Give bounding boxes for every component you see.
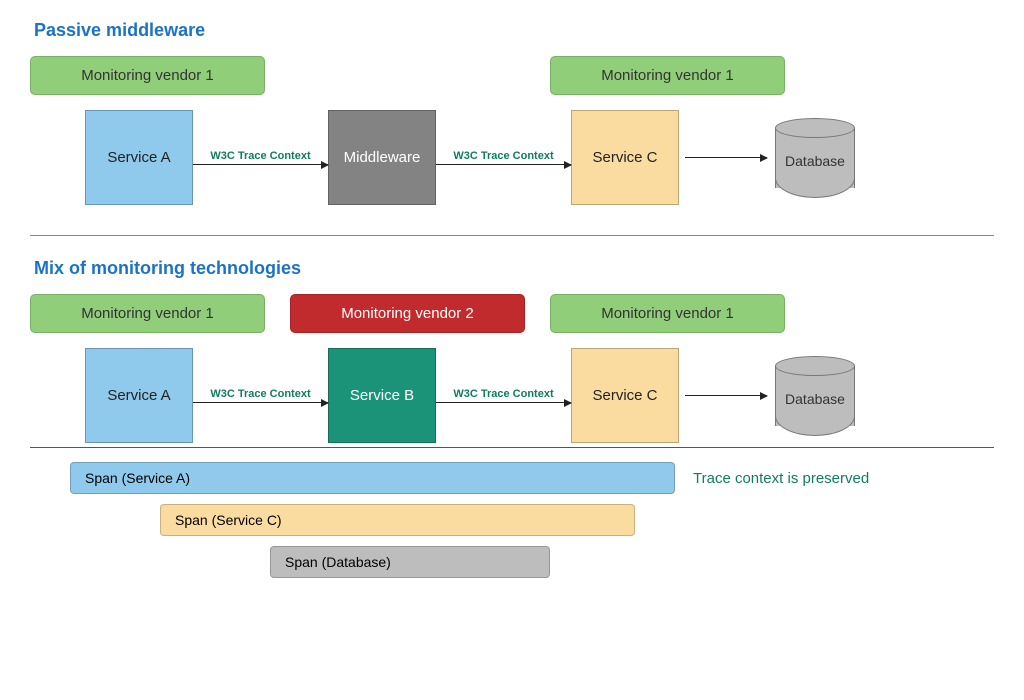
vendor-box-left: Monitoring vendor 1	[30, 294, 265, 333]
node-service-a: Service A	[85, 110, 193, 205]
arrow-c-to-db-2	[685, 395, 767, 396]
arrow-a-to-mw: W3C Trace Context	[193, 150, 328, 165]
vendor-box-mid: Monitoring vendor 2	[290, 294, 525, 333]
section2-title: Mix of monitoring technologies	[34, 258, 994, 279]
node-service-c-2: Service C	[571, 348, 679, 443]
span-bar-c: Span (Service C)	[160, 504, 635, 536]
span-row-c: Span (Service C)	[30, 504, 994, 536]
span-bar-a: Span (Service A)	[70, 462, 675, 494]
arrow-label-text: W3C Trace Context	[210, 388, 310, 400]
section2-service-row: Service A W3C Trace Context Service B W3…	[85, 348, 994, 443]
span-row-a: Span (Service A) Trace context is preser…	[30, 462, 994, 494]
vendor-box-2: Monitoring vendor 1	[550, 56, 785, 95]
node-database-2: Database	[773, 356, 857, 436]
vendor-box-right: Monitoring vendor 1	[550, 294, 785, 333]
arrow-label-text: W3C Trace Context	[453, 388, 553, 400]
section1-vendor-row: Monitoring vendor 1 Monitoring vendor 1	[30, 56, 994, 95]
database-label: Database	[785, 153, 845, 169]
span-row-db: Span (Database)	[30, 546, 994, 578]
section-passive-middleware: Passive middleware Monitoring vendor 1 M…	[30, 20, 994, 205]
section1-service-row: Service A W3C Trace Context Middleware W…	[85, 110, 994, 205]
divider-2	[30, 447, 994, 448]
arrow-b-to-c: W3C Trace Context	[436, 388, 571, 403]
arrow-a-to-b: W3C Trace Context	[193, 388, 328, 403]
arrow-label-text: W3C Trace Context	[453, 150, 553, 162]
node-service-b: Service B	[328, 348, 436, 443]
arrow-c-to-db	[685, 157, 767, 158]
divider-1	[30, 235, 994, 236]
node-service-a-2: Service A	[85, 348, 193, 443]
section-mix-monitoring: Mix of monitoring technologies Monitorin…	[30, 258, 994, 578]
vendor-box-1: Monitoring vendor 1	[30, 56, 265, 95]
annotation-preserved: Trace context is preserved	[693, 470, 869, 487]
database-label-2: Database	[785, 391, 845, 407]
arrow-mw-to-c: W3C Trace Context	[436, 150, 571, 165]
section2-vendor-row: Monitoring vendor 1 Monitoring vendor 2 …	[30, 294, 994, 333]
section1-title: Passive middleware	[34, 20, 994, 41]
span-bar-db: Span (Database)	[270, 546, 550, 578]
arrow-label-text: W3C Trace Context	[210, 150, 310, 162]
node-service-c: Service C	[571, 110, 679, 205]
node-middleware: Middleware	[328, 110, 436, 205]
node-database: Database	[773, 118, 857, 198]
